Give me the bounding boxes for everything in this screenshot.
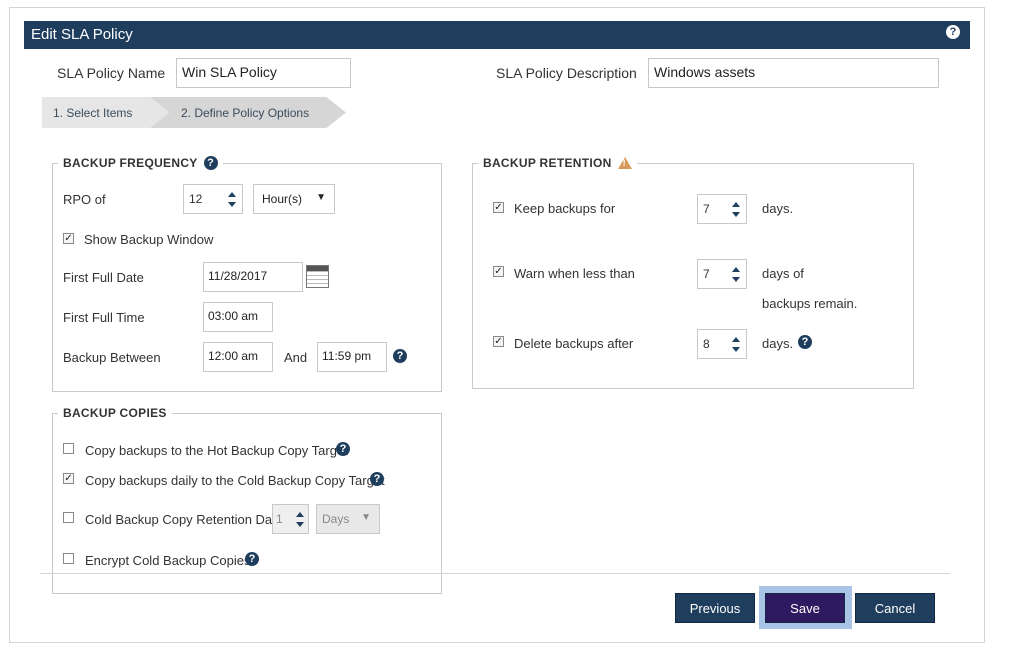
hot-copy-label: Copy backups to the Hot Backup Copy Targ… [85,443,348,458]
cold-copy-checkbox[interactable]: ✓ [63,473,74,484]
dropdown-arrow-icon: ▼ [316,192,326,203]
previous-button[interactable]: Previous [675,593,755,623]
backup-between-label: Backup Between [63,350,161,365]
stepper-up-icon[interactable] [732,267,740,272]
first-full-time-label: First Full Time [63,310,145,325]
warn-less-than-value: 7 [703,267,710,281]
keep-backups-label: Keep backups for [514,201,616,216]
cold-copy-label: Copy backups daily to the Cold Backup Co… [85,473,385,488]
keep-backups-stepper[interactable]: 7 [697,194,747,224]
stepper-down-icon[interactable] [732,277,740,282]
warn-less-than-checkbox[interactable]: ✓ [493,266,504,277]
help-icon[interactable]: ? [946,25,960,39]
help-icon[interactable]: ? [798,335,812,349]
encrypt-copies-checkbox[interactable] [63,553,74,564]
backup-between-end-input[interactable]: 11:59 pm [317,342,387,372]
cold-retention-unit-value: Days [322,512,350,526]
policy-description-label: SLA Policy Description [496,65,637,81]
first-full-time-input[interactable]: 03:00 am [203,302,273,332]
footer-divider [40,573,950,574]
help-icon[interactable]: ? [203,156,218,170]
dialog-title: Edit SLA Policy [31,26,133,43]
stepper-up-icon[interactable] [228,192,236,197]
delete-backups-checkbox[interactable]: ✓ [493,336,504,347]
encrypt-copies-label: Encrypt Cold Backup Copies [85,553,251,568]
and-label: And [284,350,308,365]
hot-copy-checkbox[interactable] [63,443,74,454]
rpo-value: 12 [189,192,203,206]
rpo-unit-select[interactable]: Hour(s) ▼ [253,184,335,214]
warn-unit-line1: days of [762,266,804,281]
help-icon[interactable]: ? [245,552,259,566]
backup-copies-title: BACKUP COPIES [63,406,167,420]
warning-icon [617,157,632,169]
stepper-down-icon[interactable] [296,522,304,527]
cold-retention-value: 1 [276,512,283,526]
help-icon[interactable]: ? [393,349,407,363]
policy-name-input[interactable]: Win SLA Policy [176,58,351,88]
help-icon[interactable]: ? [370,472,384,486]
help-icon[interactable]: ? [336,442,350,456]
calendar-icon[interactable] [306,265,329,288]
wizard-step-label: 2. Define Policy Options [181,105,310,120]
first-full-date-label: First Full Date [63,270,144,285]
stepper-up-icon[interactable] [732,202,740,207]
cold-retention-stepper[interactable]: 1 [272,504,309,534]
delete-backups-unit: days. [762,336,794,351]
wizard-step-label: 1. Select Items [53,105,133,120]
backup-copies-legend: BACKUP COPIES [58,406,172,420]
rpo-unit-value: Hour(s) [262,192,303,206]
stepper-up-icon[interactable] [296,512,304,517]
dialog-titlebar: Edit SLA Policy ? [24,21,970,49]
cancel-button[interactable]: Cancel [855,593,935,623]
cold-retention-label: Cold Backup Copy Retention Days [85,512,286,527]
delete-backups-label: Delete backups after [514,336,634,351]
backup-frequency-legend: BACKUP FREQUENCY ? [58,156,223,170]
cold-retention-checkbox[interactable] [63,512,74,523]
show-backup-window-label: Show Backup Window [84,232,214,247]
warn-unit-line2: backups remain. [762,296,858,311]
show-backup-window-checkbox[interactable]: ✓ [63,233,74,244]
policy-name-label: SLA Policy Name [57,65,166,81]
rpo-stepper[interactable]: 12 [183,184,243,214]
backup-retention-title: BACKUP RETENTION [483,156,612,170]
save-button[interactable]: Save [765,593,845,623]
rpo-label: RPO of [63,192,106,207]
keep-backups-checkbox[interactable]: ✓ [493,202,504,213]
backup-retention-legend: BACKUP RETENTION [478,156,637,170]
stepper-up-icon[interactable] [732,337,740,342]
wizard-step-select-items[interactable]: 1. Select Items [42,97,172,128]
delete-backups-stepper[interactable]: 8 [697,329,747,359]
keep-backups-value: 7 [703,202,710,216]
dropdown-arrow-icon: ▼ [361,512,371,523]
warn-less-than-stepper[interactable]: 7 [697,259,747,289]
stepper-down-icon[interactable] [228,202,236,207]
cold-retention-unit-select[interactable]: Days ▼ [316,504,380,534]
stepper-down-icon[interactable] [732,347,740,352]
wizard-step-define-policy-options[interactable]: 2. Define Policy Options [150,97,346,128]
stepper-down-icon[interactable] [732,212,740,217]
policy-description-input[interactable]: Windows assets [648,58,939,88]
first-full-date-input[interactable]: 11/28/2017 [203,262,303,292]
backup-between-start-input[interactable]: 12:00 am [203,342,273,372]
warn-less-than-label: Warn when less than [514,266,635,281]
backup-frequency-title: BACKUP FREQUENCY [63,156,198,170]
keep-backups-unit: days. [762,201,794,216]
delete-backups-value: 8 [703,337,710,351]
